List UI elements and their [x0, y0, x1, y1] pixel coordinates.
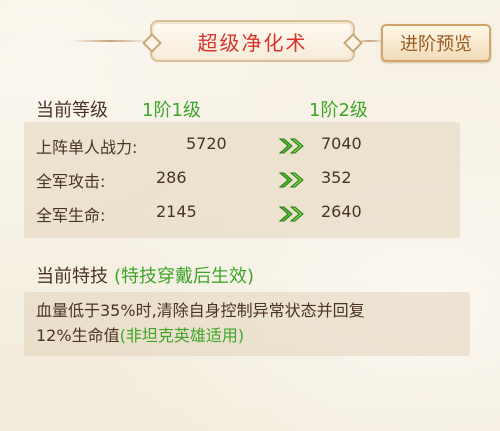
current-level: 1阶1级	[142, 100, 201, 121]
double-chevron-right-icon	[278, 206, 304, 222]
skill-desc-line1: 血量低于35%时,清除自身控制异常状态并回复	[36, 301, 365, 320]
skill-note: (特技穿戴后生效)	[114, 266, 255, 287]
title-banner: 超级净化术	[150, 20, 355, 62]
stat-label: 全军攻击:	[36, 172, 106, 191]
stat-label: 全军生命:	[36, 206, 106, 225]
skill-desc-line2: 12%生命值	[36, 326, 120, 345]
stat-current: 2145	[156, 202, 197, 221]
next-level: 1阶2级	[309, 100, 368, 121]
skill-desc-note: (非坦克英雄适用)	[119, 326, 245, 345]
stat-label: 上阵单人战力:	[36, 138, 138, 157]
skill-desc-line2-wrap: 12%生命值(非坦克英雄适用)	[36, 323, 458, 348]
decorative-line-left	[70, 40, 150, 42]
double-chevron-right-icon	[278, 138, 304, 154]
skill-header: 当前特技 (特技穿戴后生效)	[36, 262, 254, 288]
stat-next: 352	[321, 168, 352, 187]
double-chevron-right-icon	[278, 172, 304, 188]
level-section: 当前等级 1阶1级 1阶2级 上阵单人战力: 5720 7040 全军攻击: 2…	[24, 88, 460, 238]
skill-section: 当前特技 (特技穿戴后生效) 血量低于35%时,清除自身控制异常状态并回复 12%…	[24, 258, 470, 368]
advance-preview-button[interactable]: 进阶预览	[381, 24, 491, 62]
page-title: 超级净化术	[197, 30, 308, 55]
skill-description: 血量低于35%时,清除自身控制异常状态并回复 12%生命值(非坦克英雄适用)	[24, 292, 470, 356]
stat-next: 7040	[321, 134, 362, 153]
skill-title: 当前特技	[36, 266, 108, 287]
stat-current: 5720	[186, 134, 227, 153]
level-label: 当前等级	[36, 100, 108, 121]
stat-next: 2640	[321, 202, 362, 221]
stat-current: 286	[156, 168, 187, 187]
